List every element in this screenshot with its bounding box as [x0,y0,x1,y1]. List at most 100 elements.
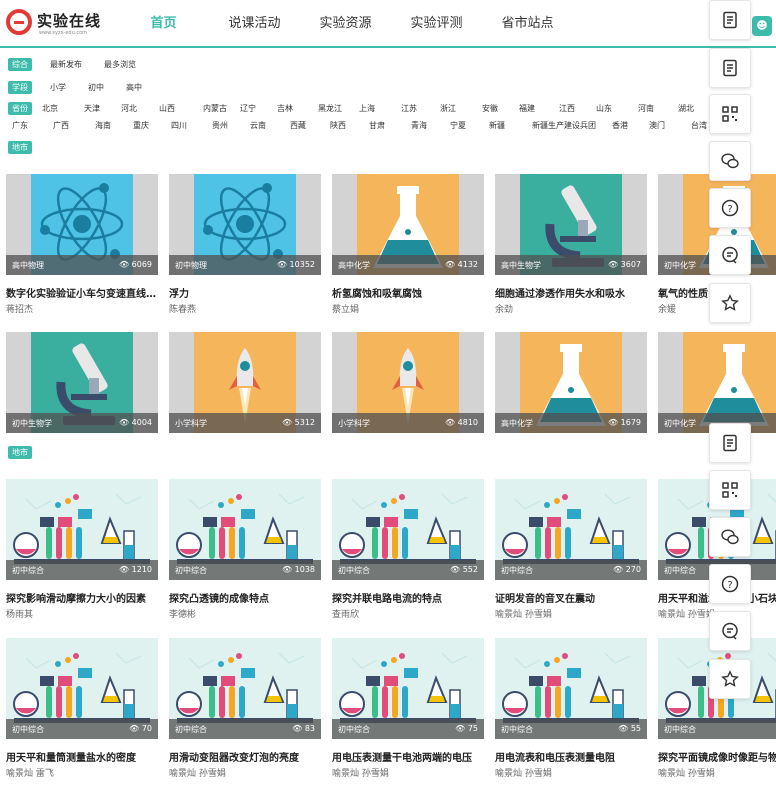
province-option[interactable]: 山西 [159,103,203,114]
province-option[interactable]: 四川 [171,120,212,131]
province-option[interactable]: 上海 [359,103,401,114]
province-option[interactable]: 广东 [12,120,53,131]
province-option[interactable]: 黑龙江 [318,103,359,114]
province-option[interactable]: 北京 [42,103,84,114]
card-thumbnail[interactable]: 初中综合 👁 83 [169,638,321,739]
star-button[interactable] [709,283,751,323]
resource-card[interactable]: 小学科学 👁 4810 [332,332,484,433]
card-title[interactable]: 探究平面镜成像时像距与物距的关系 [658,749,776,764]
province-option[interactable]: 香港 [612,120,649,131]
card-title[interactable]: 细胞通过渗透作用失水和吸水 [495,285,647,300]
card-title[interactable]: 用天平和量筒测量盐水的密度 [6,749,158,764]
province-option[interactable]: 山东 [596,103,638,114]
province-option[interactable]: 安徽 [482,103,519,114]
province-option[interactable]: 江西 [559,103,596,114]
card-thumbnail[interactable]: 高中化学 👁 1679 [495,332,647,433]
nav-home[interactable]: 首页 [118,0,209,46]
card-thumbnail[interactable]: 小学科学 👁 5312 [169,332,321,433]
resource-card[interactable]: 高中生物学 👁 3607 细胞通过渗透作用失水和吸水 余劲 [495,174,647,315]
card-thumbnail[interactable]: 高中化学 👁 4132 [332,174,484,275]
resource-card[interactable]: 初中化学 👁 [658,332,776,433]
province-option[interactable]: 重庆 [133,120,171,131]
province-option[interactable]: 新疆 [489,120,532,131]
card-thumbnail[interactable]: 初中物理 👁 10352 [169,174,321,275]
nav-province-sites[interactable]: 省市站点 [482,0,573,46]
card-thumbnail[interactable]: 初中综合 👁 75 [332,638,484,739]
site-logo[interactable]: 实验在线 www.syzx-edu.com [6,9,106,39]
filter-option[interactable]: 初中 [88,82,104,93]
province-option[interactable]: 宁夏 [450,120,489,131]
province-option[interactable]: 西藏 [290,120,330,131]
card-title[interactable]: 用电压表测量干电池两端的电压 [332,749,484,764]
filter-option[interactable]: 小学 [50,82,66,93]
card-thumbnail[interactable]: 初中生物学 👁 4004 [6,332,158,433]
filter-tag-city-2[interactable]: 地市 [8,445,32,459]
card-title[interactable]: 探究并联电路电流的特点 [332,590,484,605]
province-option[interactable]: 陕西 [330,120,369,131]
province-option[interactable]: 澳门 [649,120,691,131]
wechat-button[interactable] [709,141,751,181]
nav-experiment-resources[interactable]: 实验资源 [300,0,391,46]
card-title[interactable]: 浮力 [169,285,321,300]
document-button[interactable] [709,423,751,463]
card-title[interactable]: 用电流表和电压表测量电阻 [495,749,647,764]
card-thumbnail[interactable]: 初中综合 👁 552 [332,479,484,580]
user-icon[interactable]: ☻ [752,16,772,36]
card-title[interactable]: 析氢腐蚀和吸氧腐蚀 [332,285,484,300]
province-option[interactable]: 河南 [638,103,678,114]
province-option[interactable]: 广西 [53,120,95,131]
filter-tag-sort[interactable]: 综合 [8,57,32,71]
province-option[interactable]: 吉林 [277,103,318,114]
province-option[interactable]: 贵州 [212,120,250,131]
resource-card[interactable]: 初中综合 👁 55 用电流表和电压表测量电阻 喻景灿 孙雪娟 [495,638,647,779]
qrcode-button[interactable] [709,94,751,134]
card-title[interactable]: 数字化实验验证小车匀变速直线运动 [6,285,158,300]
province-option[interactable]: 甘肃 [369,120,411,131]
province-option[interactable]: 河北 [121,103,159,114]
province-option[interactable]: 湖北 [678,103,708,114]
nav-lecture-activity[interactable]: 说课活动 [209,0,300,46]
province-option[interactable]: 福建 [519,103,559,114]
resource-card[interactable]: 高中物理 👁 6069 数字化实验验证小车匀变速直线运动 蒋招杰 [6,174,158,315]
province-option[interactable]: 云南 [250,120,290,131]
card-thumbnail[interactable]: 初中综合 👁 1210 [6,479,158,580]
document-button[interactable] [709,0,751,40]
province-option[interactable]: 天津 [84,103,121,114]
card-thumbnail[interactable]: 初中综合 👁 55 [495,638,647,739]
card-thumbnail[interactable]: 初中综合 👁 270 [495,479,647,580]
resource-card[interactable]: 初中综合 👁 83 用滑动变阻器改变灯泡的亮度 喻景灿 孙雪娟 [169,638,321,779]
card-title[interactable]: 探究影响滑动摩擦力大小的因素 [6,590,158,605]
province-option[interactable]: 新疆生产建设兵团 [532,120,612,131]
filter-option[interactable]: 最新发布 [50,59,82,70]
card-thumbnail[interactable]: 初中综合 👁 70 [6,638,158,739]
star-button[interactable] [709,659,751,699]
resource-card[interactable]: 高中化学 👁 1679 [495,332,647,433]
card-title[interactable]: 用滑动变阻器改变灯泡的亮度 [169,749,321,764]
nav-experiment-evaluation[interactable]: 实验评测 [391,0,482,46]
resource-card[interactable]: 初中综合 👁 270 证明发音的音叉在震动 喻景灿 孙雪娟 [495,479,647,620]
card-thumbnail[interactable]: 高中生物学 👁 3607 [495,174,647,275]
resource-card[interactable]: 初中综合 👁 1210 探究影响滑动摩擦力大小的因素 杨雨其 [6,479,158,620]
card-thumbnail[interactable]: 高中物理 👁 6069 [6,174,158,275]
resource-card[interactable]: 初中生物学 👁 4004 [6,332,158,433]
filter-tag-city[interactable]: 地市 [8,140,32,154]
province-option[interactable]: 江苏 [401,103,440,114]
resource-card[interactable]: 初中综合 👁 1038 探究凸透镜的成像特点 李德彬 [169,479,321,620]
help-button[interactable]: ? [709,188,751,228]
feedback-button[interactable] [709,611,751,651]
card-thumbnail[interactable]: 初中化学 👁 [658,332,776,433]
province-option[interactable]: 浙江 [440,103,482,114]
province-option[interactable]: 内蒙古 [203,103,240,114]
help-button[interactable]: ? [709,564,751,604]
resource-card[interactable]: 初中综合 👁 552 探究并联电路电流的特点 查雨欣 [332,479,484,620]
card-title[interactable]: 证明发音的音叉在震动 [495,590,647,605]
card-title[interactable]: 探究凸透镜的成像特点 [169,590,321,605]
filter-option[interactable]: 最多浏览 [104,59,136,70]
wechat-button[interactable] [709,517,751,557]
card-thumbnail[interactable]: 初中综合 👁 1038 [169,479,321,580]
qrcode-button[interactable] [709,470,751,510]
filter-option[interactable]: 高中 [126,82,142,93]
resource-card[interactable]: 初中物理 👁 10352 浮力 陈春燕 [169,174,321,315]
resource-card[interactable]: 小学科学 👁 5312 [169,332,321,433]
resource-card[interactable]: 初中综合 👁 75 用电压表测量干电池两端的电压 喻景灿 孙雪娟 [332,638,484,779]
